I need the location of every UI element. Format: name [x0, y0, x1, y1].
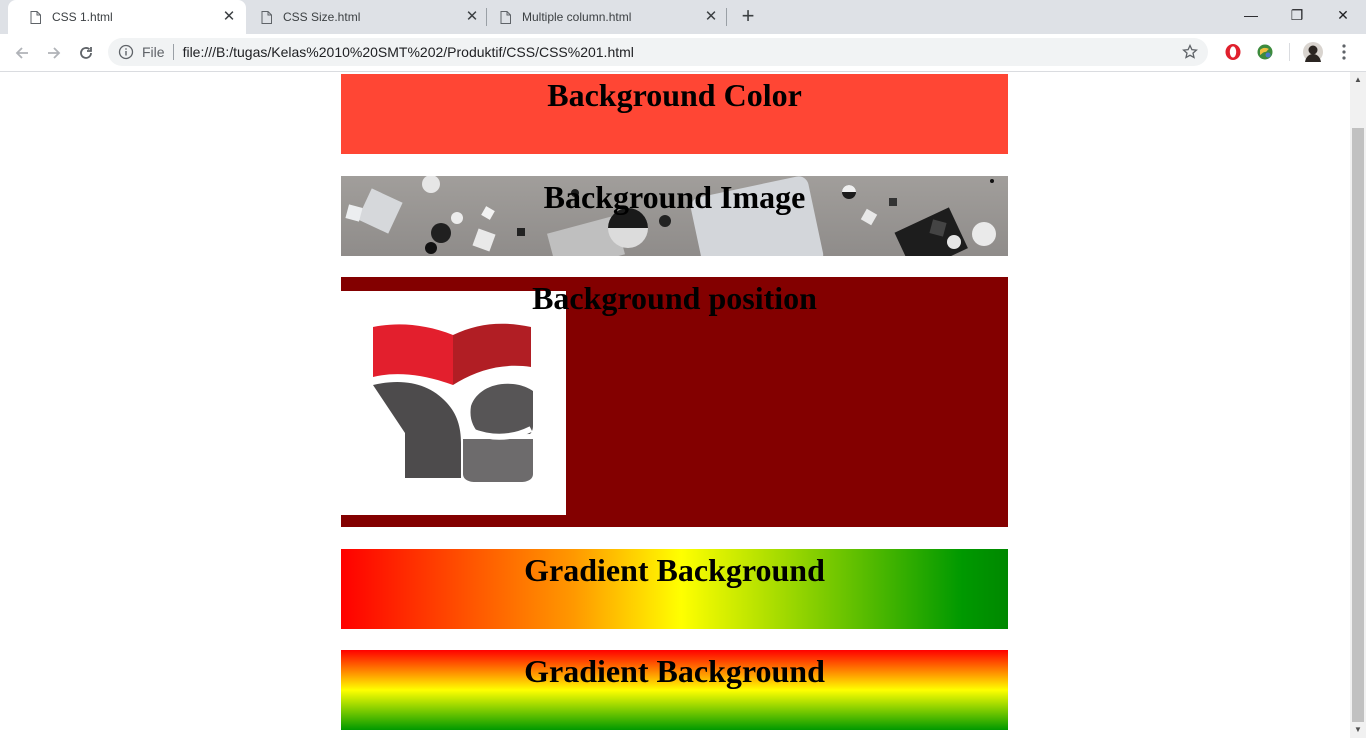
scheme-label[interactable]: File: [142, 44, 165, 60]
tab-title: CSS 1.html: [52, 10, 113, 24]
section-heading: Background position: [532, 280, 817, 316]
toolbar-divider: [1289, 43, 1290, 61]
back-button[interactable]: [8, 39, 36, 67]
close-tab-icon[interactable]: ✕: [703, 9, 719, 25]
address-bar[interactable]: File file:///B:/tugas/Kelas%2010%20SMT%2…: [108, 38, 1208, 66]
scroll-up-arrow-icon[interactable]: ▲: [1350, 72, 1366, 88]
star-icon[interactable]: [1182, 43, 1198, 60]
scroll-down-arrow-icon[interactable]: ▼: [1350, 722, 1366, 738]
tab-strip: CSS 1.html ✕ CSS Size.html ✕ Multiple co…: [0, 0, 1366, 34]
omnibox-divider: [172, 44, 174, 60]
tab-separator: [726, 8, 727, 26]
scroll-thumb[interactable]: [1352, 128, 1364, 722]
close-tab-icon[interactable]: ✕: [221, 9, 237, 25]
menu-icon[interactable]: [1336, 43, 1352, 61]
browser-toolbar: File file:///B:/tugas/Kelas%2010%20SMT%2…: [0, 34, 1366, 72]
restore-button[interactable]: ❐: [1274, 0, 1320, 30]
forward-button[interactable]: [40, 39, 68, 67]
gradient-vertical-section: Gradient Background: [341, 650, 1008, 730]
background-color-section: Background Color: [341, 74, 1008, 154]
section-heading: Gradient Background: [524, 653, 825, 689]
tab-css-size[interactable]: CSS Size.html ✕: [239, 0, 489, 34]
profile-avatar-icon[interactable]: [1303, 42, 1323, 62]
page-icon: [500, 10, 511, 24]
minimize-button[interactable]: —: [1228, 0, 1274, 30]
close-window-button[interactable]: ✕: [1320, 0, 1366, 30]
section-heading: Gradient Background: [524, 552, 825, 588]
opera-icon[interactable]: [1224, 43, 1242, 61]
tab-title: CSS Size.html: [283, 10, 361, 24]
reload-button[interactable]: [72, 39, 100, 67]
extension-icon[interactable]: [1256, 43, 1274, 61]
gradient-horizontal-section: Gradient Background: [341, 549, 1008, 629]
tab-title: Multiple column.html: [522, 10, 632, 24]
page-icon: [30, 10, 41, 24]
info-icon[interactable]: [118, 44, 134, 60]
background-image-section: Background Image: [341, 176, 1008, 256]
school-logo: [341, 291, 566, 515]
section-heading: Background Color: [547, 77, 802, 113]
back-icon: [15, 47, 28, 59]
tab-multiple-column[interactable]: Multiple column.html ✕: [478, 0, 728, 34]
background-position-section: Background position: [341, 277, 1008, 527]
page-content: Background Color Background Image Backgr…: [0, 72, 1350, 738]
url-text[interactable]: file:///B:/tugas/Kelas%2010%20SMT%202/Pr…: [183, 44, 634, 60]
page-icon: [261, 10, 272, 24]
forward-icon: [48, 47, 61, 59]
vertical-scrollbar[interactable]: ▲ ▼: [1350, 72, 1366, 738]
section-heading: Background Image: [543, 179, 806, 215]
tab-css-1[interactable]: CSS 1.html ✕: [8, 0, 246, 34]
reload-icon: [80, 47, 92, 59]
new-tab-button[interactable]: +: [736, 4, 760, 28]
